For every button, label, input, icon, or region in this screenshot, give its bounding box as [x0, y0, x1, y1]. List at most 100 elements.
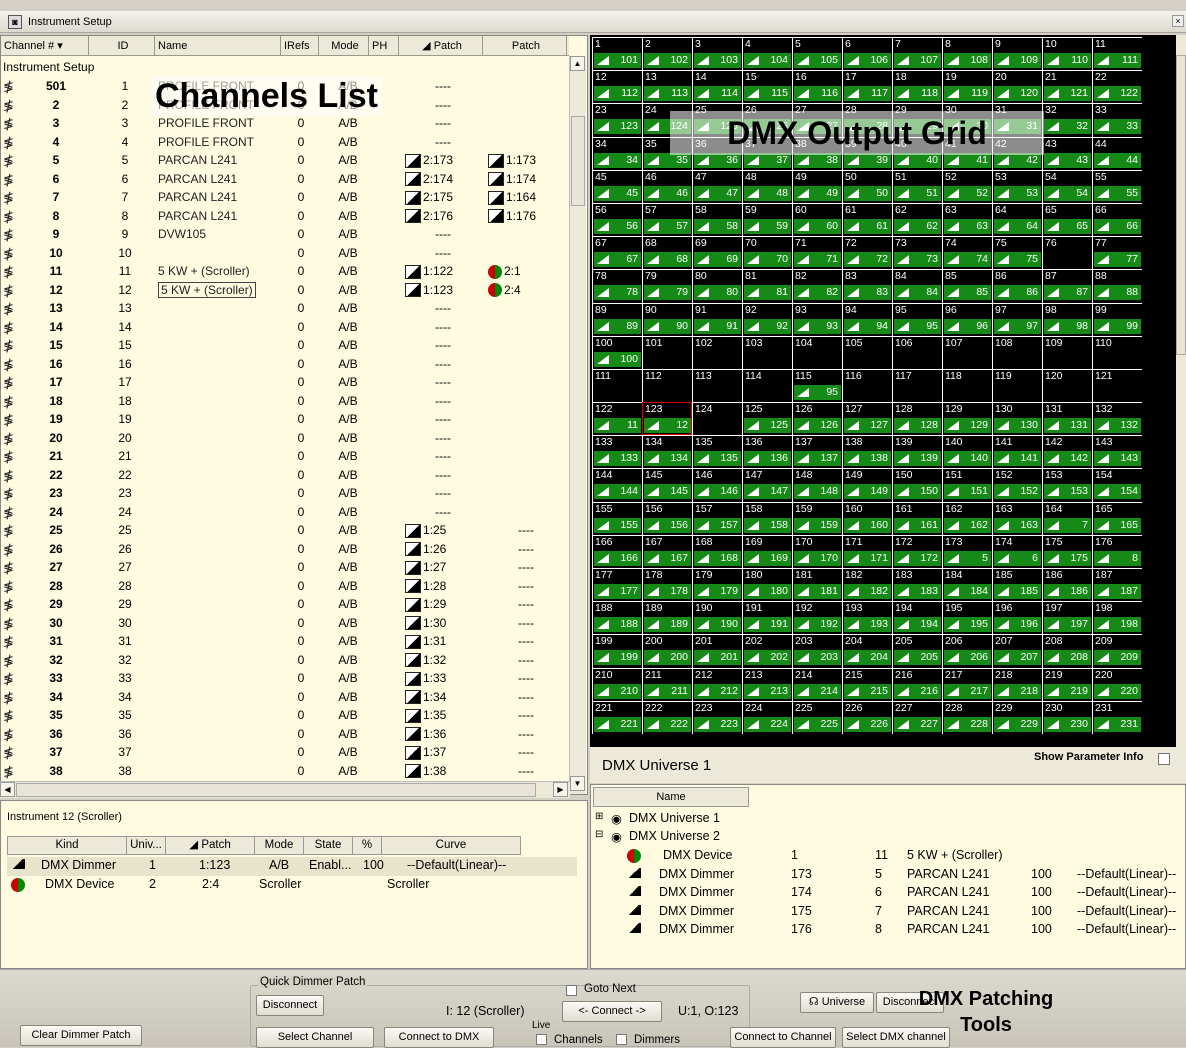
dmx-cell[interactable]: 52 52 [942, 169, 992, 203]
tree-universe-2[interactable]: ⊟ ◉ DMX Universe 2 [591, 828, 1186, 847]
tree-row[interactable]: DMX Dimmer 174 6 PARCAN L241 100 --Default(Li… [591, 884, 1186, 903]
dmx-cell[interactable]: 94 94 [842, 302, 892, 336]
dmx-cell[interactable]: 86 86 [992, 269, 1042, 303]
dmx-cell[interactable]: 153 153 [1042, 468, 1092, 502]
dmx-cell[interactable]: 168 168 [692, 534, 742, 568]
channel-patch[interactable]: 1:30 [405, 616, 485, 631]
dmx-cell[interactable]: 161 161 [892, 501, 942, 535]
dmx-cell[interactable]: 144 144 [592, 468, 642, 502]
channel-patch-2[interactable]: ---- [488, 542, 568, 556]
channel-row[interactable]: ≸ 25 25 0 A/B 1:25 ---- [1, 522, 569, 541]
dmx-cell[interactable]: 143 143 [1092, 435, 1142, 469]
dmx-cell[interactable]: 50 50 [842, 169, 892, 203]
dmx-cell[interactable]: 226 226 [842, 700, 892, 734]
dmx-cell[interactable]: 180 180 [742, 568, 792, 602]
dmx-cell[interactable]: 189 189 [642, 601, 692, 635]
detail-row[interactable]: DMX Device 2 2:4 Scroller Scroller [7, 876, 577, 895]
dmx-cell[interactable]: 162 162 [942, 501, 992, 535]
channel-row[interactable]: ≸ 11 11 5 KW + (Scroller) 0 A/B 1:122 2:1 [1, 263, 569, 282]
dmx-cell[interactable]: 107 [942, 335, 992, 369]
dmx-cell[interactable]: 121 [1092, 368, 1142, 403]
dmx-cell[interactable]: 176 8 [1092, 534, 1142, 568]
dmx-cell[interactable]: 204 204 [842, 634, 892, 668]
dmx-cell[interactable]: 77 77 [1092, 236, 1142, 270]
tree-row[interactable]: DMX Device 1 11 5 KW + (Scroller) [591, 847, 1186, 866]
dmx-cell[interactable]: 179 179 [692, 568, 742, 602]
dmx-cell[interactable]: 60 60 [792, 202, 842, 237]
dmx-cell[interactable]: 3 103 [692, 37, 742, 71]
tree-row[interactable]: DMX Dimmer 175 7 PARCAN L241 100 --Default(Li… [591, 903, 1186, 922]
channel-patch[interactable]: 1:25 [405, 523, 485, 538]
dmx-cell[interactable]: 15 115 [742, 70, 792, 104]
dmx-cell[interactable]: 65 65 [1042, 202, 1092, 237]
dmx-cell[interactable]: 141 141 [992, 435, 1042, 469]
channel-row[interactable]: ≸ 12 12 5 KW + (Scroller) 0 A/B 1:123 2:4 [1, 281, 569, 301]
col-name[interactable]: Name [155, 36, 281, 56]
col-ph[interactable]: PH [369, 36, 399, 56]
dmx-cell[interactable]: 16 116 [792, 70, 842, 104]
dmx-cell[interactable]: 155 155 [592, 501, 642, 535]
channel-row[interactable]: ≸ 31 31 0 A/B 1:31 ---- [1, 633, 569, 652]
channel-patch[interactable]: ---- [405, 412, 485, 426]
channel-patch[interactable]: ---- [405, 79, 485, 93]
dmx-cell[interactable]: 5 105 [792, 37, 842, 71]
channel-patch-2[interactable]: 2:1 [488, 264, 568, 279]
col-percent[interactable]: % [352, 836, 382, 855]
channel-patch-2[interactable]: ---- [488, 634, 568, 648]
dmx-cell[interactable]: 172 172 [892, 534, 942, 568]
dmx-cell[interactable]: 160 160 [842, 501, 892, 535]
dmx-cell[interactable]: 157 157 [692, 501, 742, 535]
channel-patch[interactable]: ---- [405, 135, 485, 149]
dmx-cell[interactable]: 184 184 [942, 568, 992, 602]
channel-patch[interactable]: 1:38 [405, 764, 485, 779]
channel-patch[interactable]: 2:174 [405, 172, 485, 187]
dmx-cell[interactable]: 203 203 [792, 634, 842, 668]
channel-row[interactable]: ≸ 3 3 PROFILE FRONT 0 A/B ---- [1, 115, 569, 134]
dmx-cell[interactable]: 135 135 [692, 435, 742, 469]
channel-row[interactable]: ≸ 8 8 PARCAN L241 0 A/B 2:176 1:176 [1, 208, 569, 227]
dmx-cell[interactable]: 223 223 [692, 700, 742, 734]
dmx-cell[interactable]: 136 136 [742, 435, 792, 469]
dmx-cell[interactable]: 91 91 [692, 302, 742, 336]
dmx-cell[interactable]: 231 231 [1092, 700, 1142, 734]
dmx-cell[interactable]: 147 147 [742, 468, 792, 502]
dmx-cell[interactable]: 167 167 [642, 534, 692, 568]
channel-patch-2[interactable]: ---- [488, 745, 568, 759]
channel-patch[interactable]: ---- [405, 431, 485, 445]
channel-patch[interactable]: 1:36 [405, 727, 485, 742]
dmx-cell[interactable]: 32 32 [1042, 103, 1092, 137]
dmx-cell[interactable]: 115 95 [792, 368, 842, 403]
dmx-cell[interactable]: 140 140 [942, 435, 992, 469]
dmx-cell[interactable]: 182 182 [842, 568, 892, 602]
dmx-cell[interactable]: 126 126 [792, 402, 842, 436]
dmx-cell[interactable]: 130 130 [992, 402, 1042, 436]
dmx-cell[interactable]: 123 12 [642, 402, 692, 436]
channel-name[interactable]: 5 KW + (Scroller) [158, 264, 278, 278]
col-patch[interactable]: ◢ Patch [165, 836, 255, 855]
dmx-cell[interactable]: 215 215 [842, 667, 892, 701]
channel-patch[interactable]: 2:176 [405, 209, 485, 224]
channel-patch[interactable]: ---- [405, 116, 485, 130]
dmx-cell[interactable]: 21 121 [1042, 70, 1092, 104]
channel-row[interactable]: ≸ 19 19 0 A/B ---- [1, 411, 569, 430]
channel-patch[interactable]: 1:33 [405, 671, 485, 686]
dmx-cell[interactable]: 158 158 [742, 501, 792, 535]
dmx-cell[interactable]: 205 205 [892, 634, 942, 668]
channel-row[interactable]: ≸ 29 29 0 A/B 1:29 ---- [1, 596, 569, 615]
channel-row[interactable]: ≸ 10 10 0 A/B ---- [1, 245, 569, 264]
dmx-cell[interactable]: 96 96 [942, 302, 992, 336]
scroll-left-icon[interactable]: ◀ [0, 782, 15, 797]
channel-row[interactable]: ≸ 15 15 0 A/B ---- [1, 337, 569, 356]
dmx-cell[interactable]: 228 228 [942, 700, 992, 734]
dmx-cell[interactable]: 34 34 [592, 136, 642, 170]
dmx-cell[interactable]: 170 170 [792, 534, 842, 568]
universe-button[interactable]: ☊ Universe [800, 992, 874, 1013]
dmx-cell[interactable]: 6 106 [842, 37, 892, 71]
dmx-cell[interactable]: 210 210 [592, 667, 642, 701]
channel-patch[interactable]: 1:37 [405, 745, 485, 760]
col-curve[interactable]: Curve [381, 836, 521, 855]
dmx-cell[interactable]: 92 92 [742, 302, 792, 336]
dmx-cell[interactable]: 207 207 [992, 634, 1042, 668]
dmx-cell[interactable]: 22 122 [1092, 70, 1142, 104]
col-mode[interactable]: Mode [319, 36, 369, 56]
